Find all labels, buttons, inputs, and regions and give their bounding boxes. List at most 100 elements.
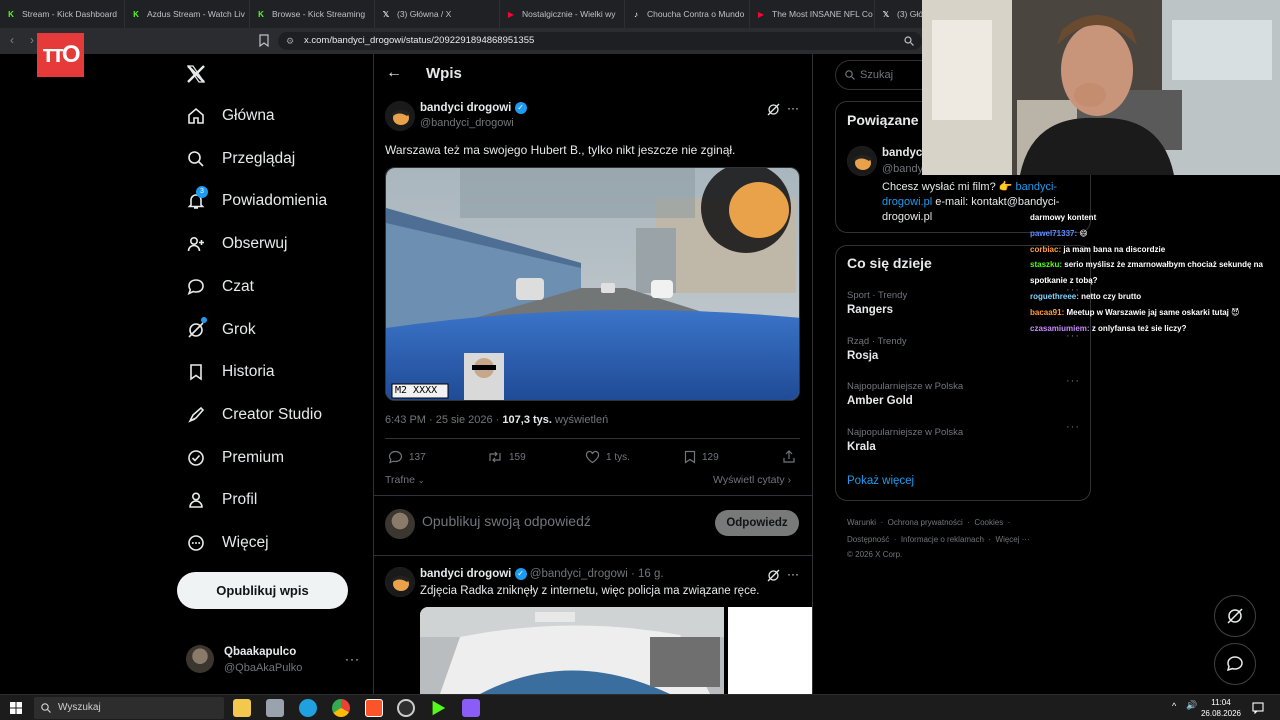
reply-tweet-handle[interactable]: @bandyci_drogowi bbox=[530, 568, 628, 580]
sidebar-item-wiecej[interactable]: Więcej bbox=[186, 533, 269, 553]
notification-icon[interactable] bbox=[1252, 702, 1264, 714]
windows-start-icon[interactable] bbox=[10, 702, 22, 714]
post-button[interactable]: Opublikuj wpis bbox=[177, 572, 348, 609]
sidebar-item-profil[interactable]: Profil bbox=[186, 490, 257, 510]
browser-tab-title: Azdus Stream - Watch Liv bbox=[147, 9, 245, 19]
show-more-link[interactable]: Pokaż więcej bbox=[847, 475, 914, 487]
sidebar-item-historia[interactable]: Historia bbox=[186, 362, 275, 382]
reply-tweet-more-icon[interactable]: ··· bbox=[787, 567, 799, 581]
new-dot bbox=[201, 316, 207, 323]
trend-item[interactable]: Rangers bbox=[847, 304, 893, 316]
reply-tweet-age[interactable]: · 16 g. bbox=[631, 568, 664, 580]
brave-icon[interactable] bbox=[365, 699, 383, 717]
reply-tweet-image[interactable] bbox=[420, 607, 724, 694]
sidebar-item-grok[interactable]: Grok bbox=[186, 316, 256, 340]
sidebar-item-creator-studio[interactable]: Creator Studio bbox=[186, 405, 322, 425]
browser-tab[interactable]: K Browse - Kick Streaming bbox=[250, 0, 375, 28]
sidebar-item-label: Creator Studio bbox=[222, 405, 322, 423]
grok-float-button[interactable] bbox=[1214, 595, 1256, 637]
related-handle[interactable]: @bandy bbox=[882, 163, 923, 175]
footer-cookies-link[interactable]: Cookies bbox=[974, 518, 1003, 527]
sidebar-item-czat[interactable]: Czat bbox=[186, 277, 254, 297]
browser-tab[interactable]: 𝕏 (3) Główna / X bbox=[375, 0, 500, 28]
reply-tweet-author[interactable]: bandyci drogowi bbox=[420, 568, 511, 580]
messages-float-button[interactable] bbox=[1214, 643, 1256, 685]
sidebar-item-przegladaj[interactable]: Przeglądaj bbox=[186, 149, 295, 169]
reply-input[interactable]: Opublikuj swoją odpowiedź bbox=[422, 513, 591, 529]
tweet-author[interactable]: bandyci drogowi ✓ bbox=[420, 102, 527, 114]
back-arrow-icon[interactable]: ← bbox=[386, 64, 402, 82]
taskbar-clock[interactable]: 11:04 26.08.2026 bbox=[1196, 697, 1246, 719]
grok-explain-icon[interactable] bbox=[767, 569, 780, 582]
footer-accessibility-link[interactable]: Dostępność bbox=[847, 535, 889, 544]
app-icon[interactable] bbox=[462, 699, 480, 717]
sidebar-item-obserwuj[interactable]: Obserwuj bbox=[186, 234, 287, 254]
view-quotes-link[interactable]: Wyświetl cytaty › bbox=[713, 474, 791, 486]
browser-tab[interactable]: ♪ Choucha Contra o Mundo bbox=[625, 0, 750, 28]
chat-icon bbox=[186, 277, 206, 297]
reply-action[interactable]: 137 bbox=[388, 450, 426, 464]
tray-chevron-icon[interactable]: ^ bbox=[1172, 701, 1176, 711]
sidebar-item-glowna[interactable]: Główna bbox=[186, 106, 275, 126]
bookmark-action[interactable]: 129 bbox=[684, 450, 719, 464]
sidebar-item-premium[interactable]: Premium bbox=[186, 448, 284, 468]
x-logo-icon[interactable] bbox=[186, 64, 206, 84]
share-icon[interactable] bbox=[782, 450, 796, 464]
back-icon[interactable]: ‹ bbox=[10, 33, 14, 47]
chrome-icon[interactable] bbox=[332, 699, 350, 717]
trend-item[interactable]: Amber Gold bbox=[847, 395, 913, 407]
search-icon bbox=[845, 70, 855, 80]
grok-explain-icon[interactable] bbox=[767, 103, 780, 116]
trend-item[interactable]: Krala bbox=[847, 441, 876, 453]
browser-tab[interactable]: K Azdus Stream - Watch Liv bbox=[125, 0, 250, 28]
related-name[interactable]: bandyc bbox=[882, 147, 922, 159]
sidebar-item-powiadomienia[interactable]: 3 Powiadomienia bbox=[186, 186, 327, 211]
sidebar-item-label: Historia bbox=[222, 363, 275, 381]
edge-icon[interactable] bbox=[299, 699, 317, 717]
bookmark-star-icon[interactable] bbox=[259, 34, 269, 47]
reply-tweet-avatar[interactable] bbox=[385, 567, 415, 597]
zoom-icon[interactable] bbox=[904, 36, 914, 46]
tweet-video[interactable]: M2 XXXX bbox=[385, 167, 800, 401]
more-icon bbox=[186, 533, 206, 553]
search-input[interactable]: Szukaj bbox=[835, 60, 935, 90]
footer-ads-info-link[interactable]: Informacje o reklamach bbox=[901, 535, 984, 544]
rocket-icon bbox=[186, 405, 206, 425]
column-divider-left bbox=[373, 54, 374, 694]
like-count: 1 tys. bbox=[606, 451, 630, 463]
account-more-icon[interactable]: ··· bbox=[345, 652, 360, 666]
sort-dropdown[interactable]: Trafne ⌄ bbox=[385, 474, 425, 486]
site-info-icon[interactable]: ⚙ bbox=[286, 32, 294, 50]
footer-privacy-link[interactable]: Ochrona prywatności bbox=[888, 518, 963, 527]
file-explorer-icon[interactable] bbox=[233, 699, 251, 717]
verified-icon bbox=[186, 448, 206, 468]
app-icon[interactable] bbox=[266, 699, 284, 717]
tweet-more-icon[interactable]: ··· bbox=[787, 101, 799, 115]
forward-icon[interactable]: › bbox=[30, 33, 34, 47]
tweet-author-avatar[interactable] bbox=[385, 101, 415, 131]
browser-tab[interactable]: ▶ The Most INSANE NFL Co bbox=[750, 0, 875, 28]
obs-icon[interactable] bbox=[397, 699, 415, 717]
person-icon bbox=[186, 490, 206, 510]
taskbar-search[interactable]: Wyszukaj bbox=[34, 697, 224, 719]
footer-links-2: Dostępność · Informacje o reklamach · Wi… bbox=[847, 535, 1030, 544]
url-input[interactable]: ⚙ x.com/bandyci_drogowi/status/209229189… bbox=[278, 32, 922, 50]
like-action[interactable]: 1 tys. bbox=[585, 450, 630, 464]
trend-item[interactable]: Rosja bbox=[847, 350, 878, 362]
reply-tweet-image-2[interactable] bbox=[728, 607, 812, 694]
related-avatar[interactable] bbox=[847, 146, 877, 176]
tweet-handle[interactable]: @bandyci_drogowi bbox=[420, 117, 514, 129]
browser-tab[interactable]: K Stream - Kick Dashboard bbox=[0, 0, 125, 28]
footer-more-link[interactable]: Więcej ··· bbox=[996, 535, 1030, 544]
reply-button[interactable]: Odpowiedz bbox=[715, 510, 799, 536]
retweet-action[interactable]: 159 bbox=[487, 450, 526, 464]
account-avatar[interactable] bbox=[186, 645, 214, 673]
kick-app-icon[interactable] bbox=[432, 700, 446, 716]
trend-more-icon[interactable]: ··· bbox=[1066, 421, 1080, 433]
footer-terms-link[interactable]: Warunki bbox=[847, 518, 876, 527]
chat-username: pawel71337: bbox=[1030, 228, 1078, 238]
tiktok-icon: ♪ bbox=[634, 9, 638, 19]
chat-message: staszku: serio myślisz że zmarnowałbym c… bbox=[1030, 260, 1263, 269]
browser-tab[interactable]: ▶ Nostalgicznie - Wielki wy bbox=[500, 0, 625, 28]
trend-more-icon[interactable]: ··· bbox=[1066, 375, 1080, 387]
